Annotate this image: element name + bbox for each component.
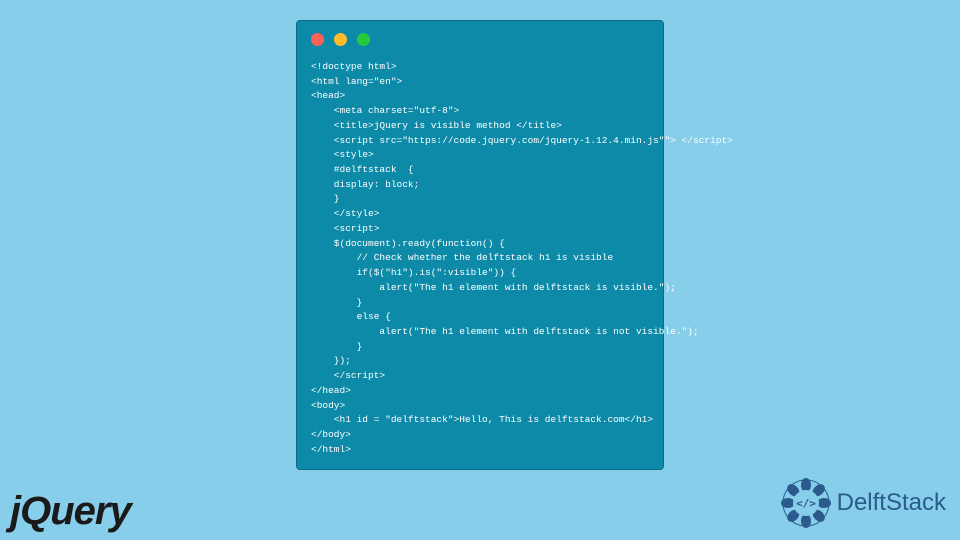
- close-icon: [311, 33, 324, 46]
- maximize-icon: [357, 33, 370, 46]
- delftstack-logo: </> DelftStack: [781, 478, 946, 528]
- jquery-logo-text: jQuery: [10, 489, 131, 533]
- window-controls: [297, 21, 663, 54]
- code-block: <!doctype html> <html lang="en"> <head> …: [297, 54, 663, 463]
- jquery-logo: jQuery: [10, 489, 131, 534]
- minimize-icon: [334, 33, 347, 46]
- svg-text:</>: </>: [796, 497, 816, 510]
- code-window: <!doctype html> <html lang="en"> <head> …: [296, 20, 664, 470]
- delftstack-icon: </>: [781, 478, 831, 528]
- delftstack-logo-text: DelftStack: [837, 489, 946, 517]
